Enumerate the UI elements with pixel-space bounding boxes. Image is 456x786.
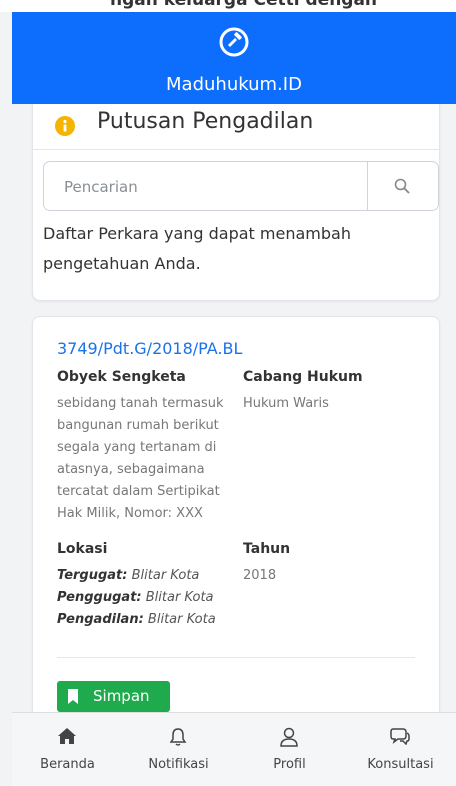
nav-label: Konsultasi	[367, 757, 434, 772]
search-box: Pencarian	[43, 161, 439, 211]
brand-title: Maduhukum.ID	[166, 74, 302, 95]
nav-konsultasi[interactable]: Konsultasi	[345, 713, 456, 786]
divider	[57, 657, 415, 658]
clipped-top-text: ngan keluarga Cetti dengan mengacu	[0, 0, 456, 12]
cabang-label: Cabang Hukum	[243, 369, 363, 385]
search-icon	[394, 178, 410, 194]
save-label: Simpan	[93, 687, 150, 705]
nav-label: Profil	[273, 757, 306, 772]
bottom-navigation: Beranda Notifikasi Profil Konsultasi	[12, 712, 456, 786]
info-icon	[55, 116, 75, 136]
tergugat-label: Tergugat:	[57, 568, 128, 583]
tergugat-value: Blitar Kota	[131, 568, 200, 583]
case-card: 3749/Pdt.G/2018/PA.BL Obyek Sengketa seb…	[32, 316, 440, 712]
logo-icon	[219, 27, 249, 57]
tahun-value: 2018	[243, 568, 277, 583]
bookmark-icon	[68, 689, 78, 704]
page-title: Putusan Pengadilan	[97, 109, 314, 134]
obyek-line: tercatat dalam Sertipikat	[57, 484, 220, 499]
obyek-line: Hak Milik, Nomor: XXX	[57, 506, 203, 521]
pengadilan-row: Pengadilan: Blitar Kota	[57, 609, 247, 631]
obyek-line: sebidang tanah termasuk	[57, 396, 224, 411]
nav-profil[interactable]: Profil	[234, 713, 345, 786]
card-header: Putusan Pengadilan	[33, 104, 439, 150]
app-header: Maduhukum.ID	[12, 12, 456, 104]
obyek-label: Obyek Sengketa	[57, 369, 186, 385]
main-content[interactable]: Putusan Pengadilan Pencarian Daftar Perk…	[12, 104, 456, 712]
nav-notifikasi[interactable]: Notifikasi	[123, 713, 234, 786]
save-button[interactable]: Simpan	[57, 681, 170, 712]
chat-icon	[390, 728, 410, 745]
description-text: Daftar Perkara yang dapat menambah penge…	[43, 224, 351, 273]
tergugat-row: Tergugat: Blitar Kota	[57, 565, 247, 587]
pengadilan-label: Pengadilan:	[57, 612, 144, 627]
bell-icon	[169, 728, 187, 746]
obyek-line: segala yang tertanam di	[57, 440, 217, 455]
lokasi-value: Tergugat: Blitar Kota Penggugat: Blitar …	[57, 565, 247, 631]
lokasi-label: Lokasi	[57, 541, 108, 557]
search-button[interactable]	[367, 162, 438, 210]
case-number-link[interactable]: 3749/Pdt.G/2018/PA.BL	[57, 339, 242, 358]
pengadilan-value: Blitar Kota	[147, 612, 216, 627]
home-icon	[58, 728, 76, 744]
penggugat-row: Penggugat: Blitar Kota	[57, 587, 247, 609]
search-card: Putusan Pengadilan Pencarian Daftar Perk…	[32, 104, 440, 301]
user-icon	[280, 727, 298, 747]
obyek-line: bangunan rumah berikut	[57, 418, 219, 433]
nav-beranda[interactable]: Beranda	[12, 713, 123, 786]
search-input[interactable]: Pencarian	[64, 178, 138, 196]
tahun-label: Tahun	[243, 541, 291, 557]
nav-label: Beranda	[40, 757, 95, 772]
obyek-value: sebidang tanah termasuk bangunan rumah b…	[57, 393, 237, 525]
penggugat-value: Blitar Kota	[145, 590, 214, 605]
clipped-text: ngan keluarga Cetti dengan mengacu	[110, 0, 378, 12]
nav-label: Notifikasi	[148, 757, 209, 772]
penggugat-label: Penggugat:	[57, 590, 142, 605]
cabang-value: Hukum Waris	[243, 396, 329, 411]
obyek-line: atasnya, sebagaimana	[57, 462, 205, 477]
